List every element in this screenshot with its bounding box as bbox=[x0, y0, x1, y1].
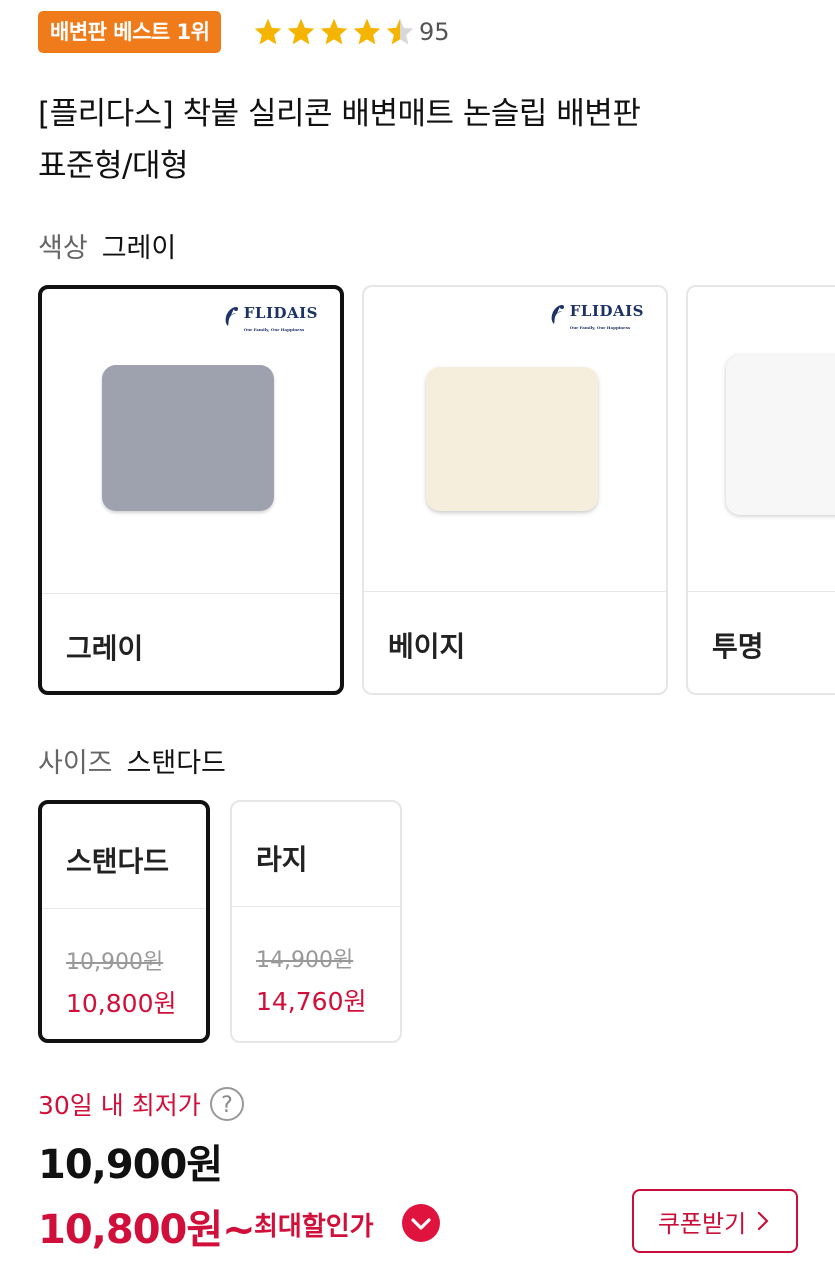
product-image bbox=[688, 287, 835, 592]
original-price: 10,900원 bbox=[66, 950, 164, 975]
star-icon bbox=[320, 18, 348, 45]
brand-tagline: Our Family, Our Happiness bbox=[243, 327, 305, 332]
color-name: 투명 bbox=[712, 630, 764, 663]
best-seller-badge: 배변판 베스트 1위 bbox=[38, 11, 222, 53]
size-selected-value: 스탠다드 bbox=[126, 748, 226, 779]
brand-name: FLIDAIS bbox=[243, 304, 318, 322]
chevron-down-circle-icon[interactable] bbox=[401, 1203, 441, 1243]
divider bbox=[232, 906, 400, 907]
beige-mat bbox=[426, 367, 598, 511]
color-name: 베이지 bbox=[388, 630, 466, 663]
brand-logo: FLIDAIS Our Family, Our Happiness bbox=[547, 303, 644, 336]
product-title-line1: [플리다스] 착붙 실리콘 배변매트 논슬립 배변판 bbox=[38, 96, 641, 132]
star-icon bbox=[254, 18, 282, 45]
divider bbox=[42, 908, 206, 909]
chevron-right-icon bbox=[758, 1211, 769, 1231]
product-title-line2: 표준형/대형 bbox=[38, 148, 189, 184]
size-option-label: 사이즈 스탠다드 bbox=[38, 741, 226, 780]
review-count[interactable]: 95 bbox=[419, 18, 450, 46]
brand-tagline: Our Family, Our Happiness bbox=[569, 325, 631, 330]
product-image: FLIDAIS Our Family, Our Happiness bbox=[364, 287, 666, 592]
size-name: 라지 bbox=[256, 843, 308, 876]
lowest-price-info: 30일 내 최저가 ? bbox=[38, 1086, 245, 1122]
size-name: 스탠다드 bbox=[66, 845, 170, 878]
brand-mark-icon bbox=[225, 307, 238, 326]
size-card-standard[interactable]: 스탠다드 10,900원 10,800원 bbox=[38, 800, 210, 1043]
rating[interactable]: 95 bbox=[252, 12, 450, 52]
size-card-large[interactable]: 라지 14,900원 14,760원 bbox=[230, 800, 402, 1043]
star-icon bbox=[287, 18, 315, 45]
color-selected-value: 그레이 bbox=[101, 233, 177, 264]
product-image: FLIDAIS Our Family, Our Happiness bbox=[42, 289, 340, 594]
question-icon[interactable]: ? bbox=[209, 1086, 245, 1122]
brand-logo: FLIDAIS Our Family, Our Happiness bbox=[221, 305, 318, 338]
color-label: 색상 bbox=[38, 233, 88, 264]
original-price: 14,900원 bbox=[256, 948, 354, 973]
size-label: 사이즈 bbox=[38, 748, 113, 779]
coupon-button[interactable]: 쿠폰받기 bbox=[632, 1189, 798, 1253]
color-card-gray[interactable]: FLIDAIS Our Family, Our Happiness 그레이 bbox=[38, 285, 344, 695]
brand-mark-icon bbox=[551, 305, 564, 324]
svg-text:?: ? bbox=[221, 1093, 233, 1118]
brand-name: FLIDAIS bbox=[569, 302, 644, 320]
half-star-icon bbox=[386, 18, 414, 45]
gray-mat bbox=[102, 365, 274, 511]
product-title: [플리다스] 착붙 실리콘 배변매트 논슬립 배변판 표준형/대형 bbox=[38, 88, 798, 192]
color-name: 그레이 bbox=[66, 632, 144, 665]
color-option-label: 색상 그레이 bbox=[38, 226, 176, 265]
clear-mat bbox=[726, 355, 835, 515]
max-discount-label[interactable]: 최대할인가 bbox=[254, 1206, 374, 1243]
coupon-button-label: 쿠폰받기 bbox=[657, 1209, 747, 1238]
sale-price: 14,760원 bbox=[256, 987, 367, 1016]
star-icon bbox=[353, 18, 381, 45]
price: 10,900원 bbox=[38, 1142, 223, 1188]
sale-price: 10,800원 bbox=[66, 989, 177, 1018]
lowest-price-label: 30일 내 최저가 bbox=[38, 1091, 201, 1120]
color-card-clear[interactable]: 투명 bbox=[686, 285, 835, 695]
sale-price-total: 10,800원~ bbox=[38, 1207, 256, 1253]
color-card-beige[interactable]: FLIDAIS Our Family, Our Happiness 베이지 bbox=[362, 285, 668, 695]
